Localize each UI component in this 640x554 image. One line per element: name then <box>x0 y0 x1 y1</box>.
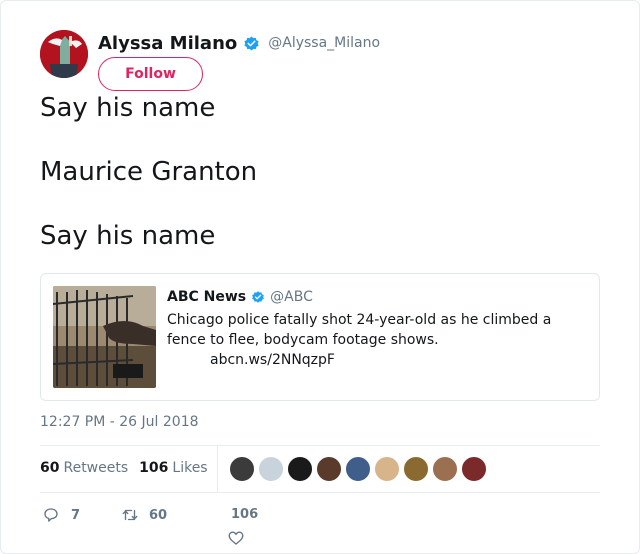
author-avatar[interactable] <box>40 30 88 78</box>
verified-badge-icon <box>244 36 259 50</box>
reply-icon <box>44 508 58 522</box>
liker-avatar[interactable] <box>345 456 371 482</box>
heart-icon[interactable] <box>227 529 245 547</box>
likers-avatars <box>229 456 490 482</box>
retweet-count: 60 <box>149 507 168 523</box>
avatar-image-icon <box>40 30 88 78</box>
quoted-tweet[interactable]: ABC News @ABC Chicago police fatally sho… <box>40 273 600 401</box>
bodycam-thumbnail-image-icon <box>53 286 156 388</box>
retweet-icon <box>122 509 138 521</box>
liker-avatar[interactable] <box>229 456 255 482</box>
tweet-text-line-3: Say his name <box>40 221 216 251</box>
tweet-text-line-2: Maurice Granton <box>40 157 258 187</box>
retweets-count[interactable]: 60 <box>40 460 59 476</box>
author-name-row: Alyssa Milano @Alyssa_Milano <box>98 32 380 54</box>
quoted-tweet-thumbnail[interactable] <box>53 286 156 388</box>
likes-label[interactable]: Likes <box>172 460 207 476</box>
liker-avatar[interactable] <box>403 456 429 482</box>
quoted-verified-badge-icon <box>252 291 264 303</box>
liker-avatar[interactable] <box>316 456 342 482</box>
quoted-author-handle[interactable]: @ABC <box>270 289 313 305</box>
liker-avatar[interactable] <box>432 456 458 482</box>
like-count: 106 <box>231 507 259 522</box>
quoted-author-name[interactable]: ABC News <box>167 289 246 305</box>
tweet-timestamp[interactable]: 12:27 PM - 26 Jul 2018 <box>40 414 199 430</box>
reply-action[interactable]: 7 <box>42 506 80 524</box>
liker-avatar[interactable] <box>258 456 284 482</box>
retweets-label[interactable]: Retweets <box>63 460 128 476</box>
retweet-action[interactable]: 60 <box>121 506 167 524</box>
likes-count[interactable]: 106 <box>139 460 168 476</box>
quoted-tweet-link[interactable]: abcn.ws/2NNqzpF <box>210 350 335 370</box>
quoted-author-row: ABC News @ABC <box>167 288 313 306</box>
quoted-tweet-text: Chicago police fatally shot 24-year-old … <box>167 312 552 348</box>
tweet-stats: 60 Retweets 106 Likes <box>40 459 208 477</box>
stats-divider-vertical <box>217 446 218 492</box>
follow-button[interactable]: Follow <box>98 57 203 91</box>
tweet-text-line-1: Say his name <box>40 93 216 123</box>
reply-count: 7 <box>71 507 81 523</box>
tweet-card: Alyssa Milano @Alyssa_Milano Follow Say … <box>0 0 640 554</box>
author-display-name[interactable]: Alyssa Milano <box>98 33 237 54</box>
stats-divider-bottom <box>40 492 600 493</box>
stats-divider-top <box>40 445 600 446</box>
liker-avatar[interactable] <box>461 456 487 482</box>
liker-avatar[interactable] <box>287 456 313 482</box>
liker-avatar[interactable] <box>374 456 400 482</box>
author-handle[interactable]: @Alyssa_Milano <box>268 35 380 51</box>
